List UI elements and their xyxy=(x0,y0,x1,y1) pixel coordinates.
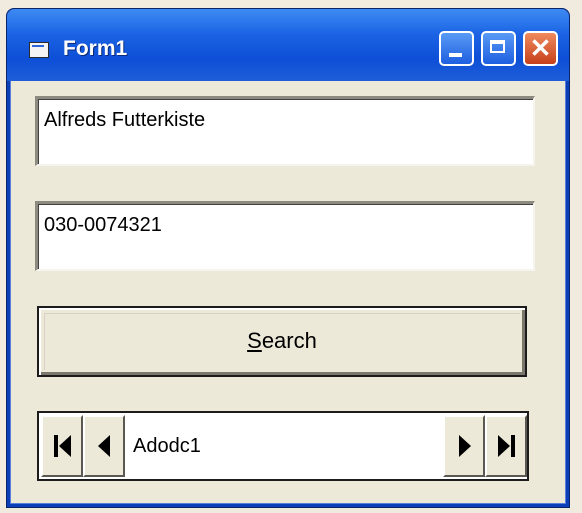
minimize-button[interactable] xyxy=(439,31,474,66)
maximize-button[interactable] xyxy=(481,31,516,66)
search-button[interactable]: Search xyxy=(37,306,527,377)
next-record-icon xyxy=(459,435,471,457)
close-button[interactable]: ✕ xyxy=(523,31,558,66)
phone-textbox[interactable]: 030-0074321 xyxy=(35,201,535,271)
next-record-button[interactable] xyxy=(443,415,485,477)
previous-record-button[interactable] xyxy=(83,415,125,477)
window-title: Form1 xyxy=(63,37,128,60)
search-label-accel: S xyxy=(247,328,262,353)
previous-record-icon xyxy=(98,435,110,457)
form-icon[interactable] xyxy=(29,42,49,58)
company-name-textbox[interactable]: Alfreds Futterkiste xyxy=(35,96,535,166)
adodc-control: Adodc1 xyxy=(37,411,529,481)
close-icon: ✕ xyxy=(529,33,552,63)
first-record-button[interactable] xyxy=(41,415,83,477)
form1-window: Form1 ✕ Alfreds Futterkiste 030-0074321 … xyxy=(6,8,570,508)
search-label-rest: earch xyxy=(261,328,317,353)
title-bar[interactable]: Form1 ✕ xyxy=(7,9,569,81)
last-record-icon xyxy=(498,435,515,457)
first-record-icon xyxy=(54,435,71,457)
adodc-caption: Adodc1 xyxy=(133,435,201,457)
last-record-button[interactable] xyxy=(485,415,527,477)
